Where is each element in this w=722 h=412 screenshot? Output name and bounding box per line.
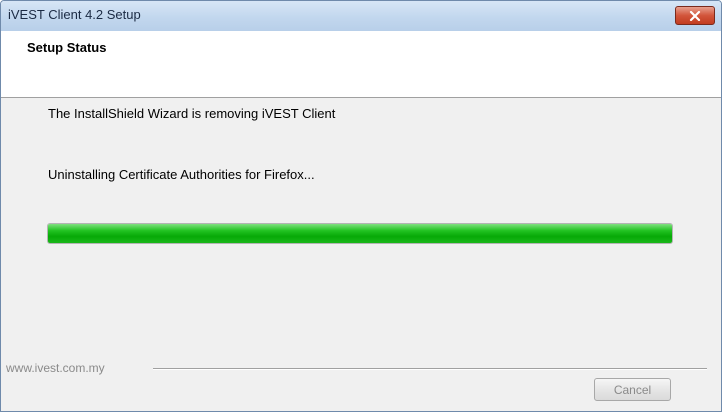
title-bar[interactable]: iVEST Client 4.2 Setup (1, 1, 721, 32)
wizard-body: The InstallShield Wizard is removing iVE… (1, 98, 721, 411)
setup-window: iVEST Client 4.2 Setup Setup Status The … (0, 0, 722, 412)
cancel-button[interactable]: Cancel (594, 378, 671, 401)
status-message: The InstallShield Wizard is removing iVE… (48, 106, 336, 121)
separator-line (153, 368, 707, 370)
progress-fill (48, 224, 672, 243)
wizard-header: Setup Status (1, 31, 721, 98)
close-button[interactable] (675, 6, 715, 25)
close-icon (689, 10, 701, 21)
action-message: Uninstalling Certificate Authorities for… (48, 167, 315, 182)
brand-label: www.ivest.com.my (6, 361, 109, 375)
window-title: iVEST Client 4.2 Setup (8, 7, 141, 22)
progress-bar (47, 223, 673, 244)
brand-separator: www.ivest.com.my (1, 361, 721, 376)
page-title: Setup Status (27, 40, 107, 55)
